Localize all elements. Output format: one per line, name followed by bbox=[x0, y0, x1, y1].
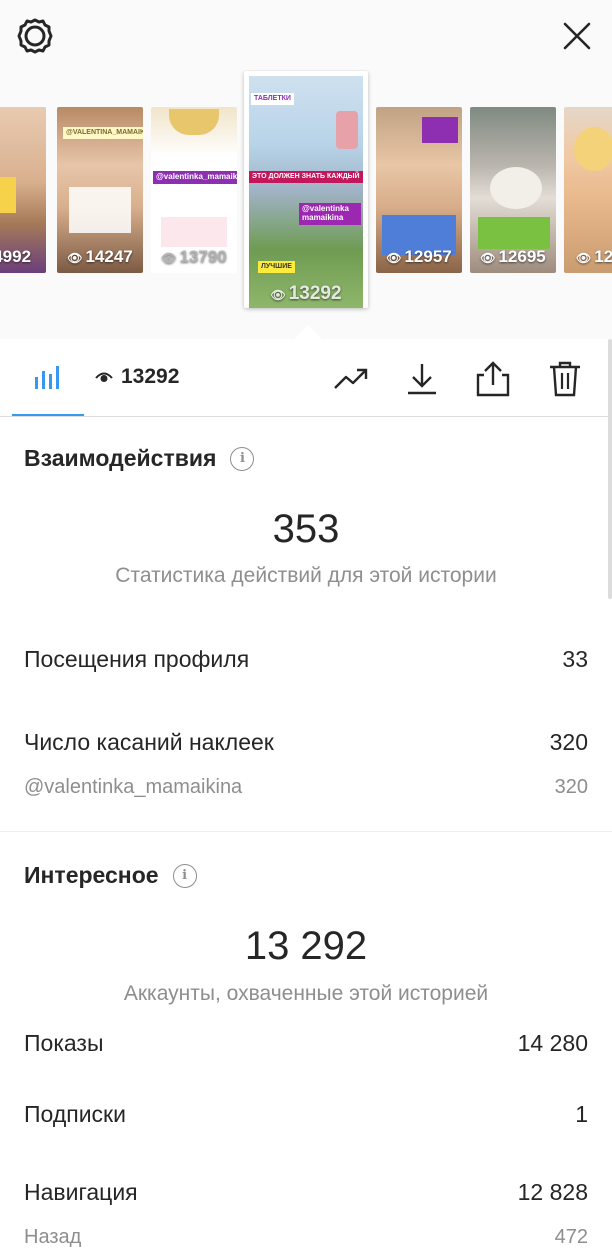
info-icon[interactable]: i bbox=[230, 446, 255, 471]
insights-tab-bar: 13292 bbox=[0, 339, 612, 417]
stat-value: 320 bbox=[554, 776, 588, 798]
stat-label: Показы bbox=[24, 1030, 104, 1056]
stat-label: Навигация bbox=[24, 1179, 138, 1205]
insights-panel: 13292 Взаимодействия i 353 Статистика де… bbox=[0, 339, 612, 1258]
discovery-section-title: Интересное i bbox=[24, 862, 197, 889]
thumbnail-views: 13292 bbox=[288, 283, 342, 304]
stat-subrow-back: Назад 472 bbox=[24, 1226, 588, 1249]
stat-value: 472 bbox=[554, 1226, 588, 1248]
interactions-section-title: Взаимодействия i bbox=[24, 445, 255, 472]
thumbnail-tag: @VALENTINA_MAMAIKINA bbox=[63, 127, 143, 139]
stat-label: Подписки bbox=[24, 1101, 126, 1127]
stat-row-navigation: Навигация 12 828 bbox=[24, 1179, 588, 1206]
stat-row-sticker-taps: Число касаний наклеек 320 bbox=[24, 729, 588, 756]
trash-icon[interactable] bbox=[545, 359, 585, 399]
top-bar bbox=[0, 0, 612, 80]
stat-row-profile-visits: Посещения профиля 33 bbox=[24, 646, 588, 673]
stat-label: Число касаний наклеек bbox=[24, 729, 274, 755]
story-thumbnail-strip[interactable]: 👁4992 @VALENTINA_MAMAIKINA 👁14247 @valen… bbox=[0, 70, 612, 340]
thumbnail-views: 4992 bbox=[0, 247, 32, 266]
eye-icon bbox=[95, 372, 113, 382]
gear-icon[interactable] bbox=[13, 14, 57, 58]
section-title-text: Интересное bbox=[24, 862, 159, 888]
thumbnail-views: 13790 bbox=[179, 247, 227, 266]
trending-up-icon[interactable] bbox=[331, 359, 371, 399]
interactions-caption: Статистика действий для этой истории bbox=[115, 564, 497, 587]
story-thumbnail[interactable]: @VALENTINA_MAMAIKINA 👁14247 bbox=[57, 107, 143, 273]
tab-viewers[interactable]: 13292 bbox=[95, 365, 179, 389]
story-thumbnail[interactable]: 👁4992 bbox=[0, 107, 46, 273]
stat-value: 14 280 bbox=[517, 1030, 588, 1056]
stat-subrow-mention-sticker: @valentinka_mamaikina 320 bbox=[24, 776, 588, 799]
stat-value: 1 bbox=[575, 1101, 588, 1127]
info-icon[interactable]: i bbox=[172, 863, 197, 888]
scrollbar[interactable] bbox=[608, 339, 612, 599]
thumbnail-tag: @valentinka_mamaikina bbox=[153, 171, 237, 184]
discovery-total: 13 292 bbox=[244, 924, 368, 968]
story-thumbnail[interactable]: 👁 12695 bbox=[470, 107, 556, 273]
story-thumbnail-selected[interactable]: ТАБЛЕТКИ ЭТО ДОЛЖЕН ЗНАТЬ КАЖДЫЙ @valent… bbox=[244, 71, 368, 308]
close-icon[interactable] bbox=[555, 14, 599, 58]
thumbnail-tag: ЭТО ДОЛЖЕН ЗНАТЬ КАЖДЫЙ bbox=[249, 171, 363, 183]
thumbnail-views: 12695 bbox=[498, 247, 546, 266]
section-title-text: Взаимодействия bbox=[24, 445, 217, 471]
views-count: 13292 bbox=[121, 365, 180, 388]
interactions-total: 353 bbox=[272, 507, 340, 551]
stat-row-follows: Подписки 1 bbox=[24, 1101, 588, 1128]
section-divider bbox=[0, 831, 612, 832]
story-thumbnail[interactable]: 👁 12957 bbox=[376, 107, 462, 273]
download-icon[interactable] bbox=[402, 359, 442, 399]
thumbnail-tag: @valentinka mamaikina bbox=[299, 203, 361, 225]
tab-insights[interactable] bbox=[12, 339, 84, 416]
stat-label: Назад bbox=[24, 1226, 82, 1248]
selection-pointer bbox=[294, 325, 322, 339]
story-thumbnail[interactable]: 👁 12 bbox=[564, 107, 612, 273]
bar-chart-icon bbox=[35, 365, 59, 389]
thumbnail-tag: ТАБЛЕТКИ bbox=[251, 93, 294, 105]
share-icon[interactable] bbox=[473, 359, 513, 399]
thumbnail-views: 12 bbox=[594, 247, 612, 266]
stat-value: 12 828 bbox=[517, 1179, 588, 1205]
thumbnail-tag: ЛУЧШИЕ bbox=[258, 261, 295, 273]
thumbnail-views: 14247 bbox=[85, 247, 133, 266]
stat-label: Посещения профиля bbox=[24, 646, 250, 672]
stat-value: 33 bbox=[562, 646, 588, 672]
story-thumbnail[interactable]: @valentinka_mamaikina 👁13790 bbox=[151, 107, 237, 273]
stat-label: @valentinka_mamaikina bbox=[24, 776, 243, 798]
discovery-caption: Аккаунты, охваченные этой историей bbox=[123, 982, 489, 1005]
stat-value: 320 bbox=[549, 729, 588, 755]
thumbnail-views: 12957 bbox=[404, 247, 452, 266]
stat-row-impressions: Показы 14 280 bbox=[24, 1030, 588, 1057]
